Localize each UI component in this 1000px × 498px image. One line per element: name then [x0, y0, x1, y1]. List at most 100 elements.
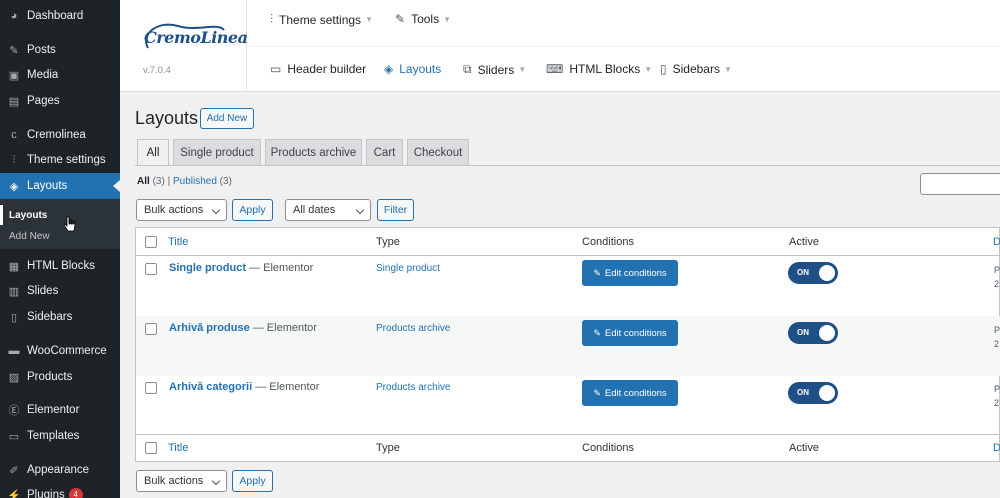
- row-checkbox[interactable]: [145, 263, 157, 275]
- select-all-checkbox[interactable]: [145, 236, 157, 248]
- chevron-down-icon: ▼: [644, 64, 653, 74]
- row-title-link[interactable]: Arhivă categorii: [169, 381, 252, 393]
- select-all-checkbox-footer[interactable]: [145, 442, 157, 454]
- menu-templates[interactable]: ▭ Templates: [0, 423, 120, 449]
- menu-label: Pages: [27, 95, 60, 107]
- nav-label: Theme settings: [279, 12, 362, 27]
- row-title-link[interactable]: Arhivă produse: [169, 322, 250, 334]
- sliders-icon: ⫶: [270, 12, 274, 26]
- menu-html-blocks[interactable]: ▦ HTML Blocks: [0, 253, 120, 279]
- table-row: Arhivă produse — Elementor Products arch…: [136, 316, 1000, 376]
- menu-slides[interactable]: ▥ Slides: [0, 278, 120, 304]
- view-all[interactable]: All: [137, 176, 150, 187]
- row-checkbox[interactable]: [145, 382, 157, 394]
- chevron-down-icon: ▼: [443, 14, 451, 24]
- edit-conditions-button[interactable]: ✎ Edit conditions: [582, 260, 678, 286]
- column-title[interactable]: Title: [168, 236, 188, 248]
- nav-html-blocks[interactable]: ⌨ HTML Blocks ▼: [546, 62, 652, 76]
- view-published[interactable]: Published: [173, 176, 217, 187]
- code-block-icon: ⌨: [546, 62, 564, 76]
- menu-label: Theme settings: [27, 154, 106, 166]
- menu-plugins[interactable]: ⚡ Plugins 4: [0, 482, 120, 498]
- nav-sidebars[interactable]: ▯ Sidebars ▼: [660, 62, 732, 76]
- edit-conditions-button[interactable]: ✎ Edit conditions: [582, 320, 678, 346]
- active-toggle[interactable]: ON: [788, 262, 838, 284]
- row-type-link[interactable]: Products archive: [376, 382, 450, 393]
- tab-single-product[interactable]: Single product: [173, 139, 261, 165]
- row-date: P2: [994, 263, 1000, 291]
- menu-theme-settings[interactable]: ⫶ Theme settings: [0, 147, 120, 173]
- row-checkbox[interactable]: [145, 323, 157, 335]
- column-date[interactable]: D: [993, 236, 1000, 248]
- menu-dashboard[interactable]: ◕ Dashboard: [0, 3, 120, 29]
- nav-theme-settings[interactable]: ⫶ Theme settings ▼: [270, 12, 373, 27]
- menu-posts[interactable]: ✎ Posts: [0, 37, 120, 63]
- pencil-icon: ✎: [593, 387, 601, 398]
- date-filter-select[interactable]: All dates: [285, 199, 371, 221]
- chevron-down-icon: [211, 476, 221, 486]
- row-type-link[interactable]: Single product: [376, 263, 440, 274]
- column-title-footer[interactable]: Title: [168, 442, 188, 454]
- table-row: Arhivă categorii — Elementor Products ar…: [136, 376, 1000, 436]
- edit-conditions-button[interactable]: ✎ Edit conditions: [582, 380, 678, 406]
- tab-products-archive[interactable]: Products archive: [265, 139, 362, 165]
- nav-label: Sliders: [477, 62, 515, 77]
- submenu-add-new[interactable]: Add New: [9, 231, 50, 242]
- menu-pages[interactable]: ▤ Pages: [0, 88, 120, 114]
- menu-sidebars[interactable]: ▯ Sidebars: [0, 304, 120, 330]
- active-toggle[interactable]: ON: [788, 322, 838, 344]
- sliders-icon: ⫶: [12, 153, 16, 166]
- layers-icon: ◈: [9, 180, 19, 193]
- pages-icon: ▤: [8, 95, 20, 108]
- sidebar-panel-icon: ▯: [660, 62, 667, 76]
- menu-elementor[interactable]: Ⓔ Elementor: [0, 397, 120, 423]
- row-date-status: P: [994, 325, 1000, 335]
- menu-label: Media: [27, 69, 59, 81]
- column-type-footer: Type: [376, 442, 400, 454]
- sliders-stack-icon: ⧉: [463, 62, 472, 76]
- media-icon: ▣: [8, 69, 20, 82]
- nav-label: Tools: [411, 12, 440, 26]
- menu-appearance[interactable]: ✐ Appearance: [0, 457, 120, 483]
- row-title-link[interactable]: Single product: [169, 262, 246, 274]
- column-type: Type: [376, 236, 400, 248]
- menu-cremolinea[interactable]: ᴄ Cremolinea: [0, 122, 120, 148]
- nav-label: HTML Blocks: [569, 62, 641, 76]
- toggle-label: ON: [797, 268, 809, 277]
- active-toggle[interactable]: ON: [788, 382, 838, 404]
- toggle-knob: [819, 265, 835, 281]
- nav-tools[interactable]: ✎ Tools ▼: [395, 12, 451, 26]
- submenu-layouts[interactable]: Layouts: [9, 210, 47, 221]
- column-conditions-footer: Conditions: [582, 442, 634, 454]
- menu-media[interactable]: ▣ Media: [0, 62, 120, 88]
- column-active-footer: Active: [789, 442, 819, 454]
- select-value: All dates: [293, 204, 336, 216]
- bulk-actions-select-top[interactable]: Bulk actions: [136, 199, 227, 221]
- nav-layouts[interactable]: ◈ Layouts: [384, 62, 441, 76]
- row-type-link[interactable]: Products archive: [376, 323, 450, 334]
- apply-button-top[interactable]: Apply: [232, 199, 273, 221]
- tab-all[interactable]: All: [137, 139, 169, 165]
- select-value: Bulk actions: [144, 204, 204, 216]
- bulk-actions-select-bottom[interactable]: Bulk actions: [136, 470, 227, 492]
- toggle-knob: [819, 325, 835, 341]
- logo-area: CremoLinea v.7.0.4: [120, 0, 248, 92]
- row-title: Single product — Elementor: [169, 262, 313, 274]
- search-input[interactable]: [920, 173, 1000, 195]
- add-new-button[interactable]: Add New: [200, 108, 254, 129]
- filter-button[interactable]: Filter: [377, 199, 414, 221]
- menu-products[interactable]: ▨ Products: [0, 364, 120, 390]
- nav-sliders[interactable]: ⧉ Sliders ▼: [463, 62, 526, 77]
- menu-label: Cremolinea: [27, 129, 86, 141]
- tab-cart[interactable]: Cart: [366, 139, 403, 165]
- row-title-suffix: — Elementor: [246, 262, 314, 274]
- column-date-footer[interactable]: D: [993, 442, 1000, 454]
- tab-checkout[interactable]: Checkout: [407, 139, 469, 165]
- menu-woocommerce[interactable]: ▬ WooCommerce: [0, 338, 120, 364]
- menu-label: Appearance: [27, 464, 90, 476]
- menu-layouts[interactable]: ◈ Layouts: [0, 173, 120, 199]
- menu-label: Slides: [27, 285, 59, 297]
- apply-button-bottom[interactable]: Apply: [232, 470, 273, 492]
- nav-header-builder[interactable]: ▭ Header builder: [270, 62, 366, 76]
- view-published-count: (3): [219, 176, 232, 187]
